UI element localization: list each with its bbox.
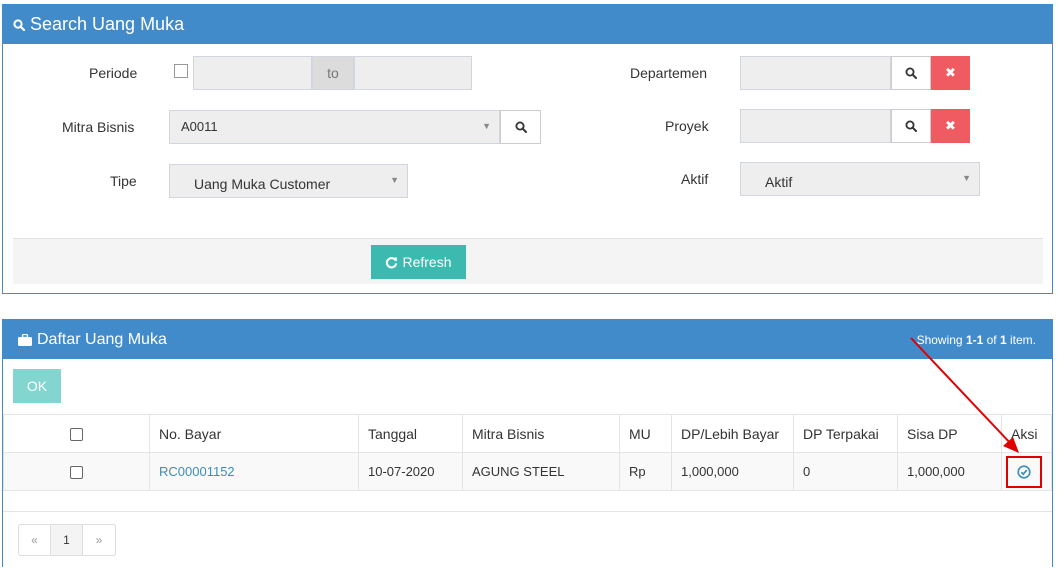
cell-aksi: [1001, 452, 1052, 491]
periode-to-addon: to: [312, 56, 354, 90]
ok-button[interactable]: OK: [13, 369, 61, 403]
col-sisa-dp[interactable]: Sisa DP: [897, 414, 1002, 453]
showing-summary: Showing 1-1 of 1 item.: [916, 332, 1036, 347]
cell-mu: Rp: [619, 452, 672, 491]
select-all-cell: [3, 414, 150, 453]
chevron-down-icon: ▼: [482, 121, 491, 131]
cell-no-bayar: RC00001152: [149, 452, 359, 491]
mitra-bisnis-lookup-button[interactable]: [500, 110, 541, 144]
close-icon: ✖: [945, 65, 956, 80]
search-icon: [905, 67, 917, 79]
close-icon: ✖: [945, 118, 956, 133]
departemen-lookup-button[interactable]: [891, 56, 931, 90]
proyek-label: Proyek: [665, 118, 709, 134]
mitra-bisnis-label: Mitra Bisnis: [62, 119, 135, 135]
select-all-checkbox[interactable]: [70, 428, 83, 442]
search-icon: [13, 18, 25, 31]
list-panel: Daftar Uang Muka Showing 1-1 of 1 item. …: [2, 319, 1053, 567]
aktif-value: Aktif: [765, 174, 793, 190]
list-panel-title: Daftar Uang Muka: [37, 330, 167, 348]
cell-mitra-bisnis: AGUNG STEEL: [462, 452, 620, 491]
col-dp-lebih-bayar[interactable]: DP/Lebih Bayar: [671, 414, 794, 453]
periode-checkbox[interactable]: [174, 64, 188, 78]
col-no-bayar[interactable]: No. Bayar: [149, 414, 359, 453]
uang-muka-table: No. Bayar Tanggal Mitra Bisnis MU DP/Leb…: [3, 414, 1052, 491]
mitra-bisnis-value: A0011: [181, 119, 218, 134]
aktif-select[interactable]: Aktif ▼: [740, 162, 980, 196]
departemen-clear-button[interactable]: ✖: [931, 56, 970, 90]
col-mitra-bisnis[interactable]: Mitra Bisnis: [462, 414, 620, 453]
list-panel-header: Daftar Uang Muka Showing 1-1 of 1 item.: [3, 320, 1052, 359]
search-footer: Refresh: [13, 238, 1043, 284]
col-aksi: Aksi: [1001, 414, 1052, 453]
periode-label: Periode: [89, 65, 138, 81]
departemen-input[interactable]: [740, 56, 891, 90]
cell-dp-lebih-bayar: 1,000,000: [671, 452, 794, 491]
periode-start-input[interactable]: [193, 56, 312, 90]
row-select-cell: [3, 452, 150, 491]
col-dp-terpakai[interactable]: DP Terpakai: [793, 414, 898, 453]
departemen-label: Departemen: [630, 65, 708, 81]
chevron-down-icon: ▼: [962, 173, 971, 183]
refresh-label: Refresh: [402, 254, 452, 270]
table-header-row: No. Bayar Tanggal Mitra Bisnis MU DP/Leb…: [3, 414, 1052, 453]
mitra-bisnis-select[interactable]: A0011 ▼: [169, 110, 500, 144]
search-panel-title: Search Uang Muka: [30, 14, 185, 34]
briefcase-icon: [18, 333, 32, 346]
pager-prev-button[interactable]: «: [19, 525, 51, 555]
search-icon: [515, 121, 527, 133]
pager-row: « 1 »: [3, 511, 1052, 567]
refresh-button[interactable]: Refresh: [371, 245, 466, 279]
proyek-lookup-button[interactable]: [891, 109, 931, 143]
refresh-icon: [386, 256, 398, 268]
cell-tanggal: 10-07-2020: [358, 452, 463, 491]
table-row: RC00001152 10-07-2020 AGUNG STEEL Rp 1,0…: [3, 452, 1052, 491]
tipe-select[interactable]: Uang Muka Customer ▼: [169, 164, 408, 198]
pager-page-1[interactable]: 1: [51, 525, 83, 555]
proyek-input[interactable]: [740, 109, 891, 143]
no-bayar-link[interactable]: RC00001152: [159, 464, 235, 479]
search-icon: [905, 120, 917, 132]
proyek-clear-button[interactable]: ✖: [931, 109, 970, 143]
row-checkbox[interactable]: [70, 466, 83, 480]
col-mu[interactable]: MU: [619, 414, 672, 453]
pager-next-button[interactable]: »: [83, 525, 115, 555]
search-panel: Search Uang Muka Periode to Mitra Bisnis…: [2, 4, 1053, 294]
aktif-label: Aktif: [681, 171, 709, 187]
aksi-highlight-box: [1006, 455, 1042, 488]
cell-sisa-dp: 1,000,000: [897, 452, 1002, 491]
pagination: « 1 »: [18, 524, 116, 556]
tipe-label: Tipe: [110, 173, 137, 189]
periode-end-input[interactable]: [354, 56, 472, 90]
chevron-down-icon: ▼: [390, 175, 399, 185]
check-circle-icon[interactable]: [1017, 464, 1031, 479]
search-panel-header: Search Uang Muka: [3, 5, 1052, 44]
cell-dp-terpakai: 0: [793, 452, 898, 491]
tipe-value: Uang Muka Customer: [194, 176, 331, 192]
col-tanggal[interactable]: Tanggal: [358, 414, 463, 453]
